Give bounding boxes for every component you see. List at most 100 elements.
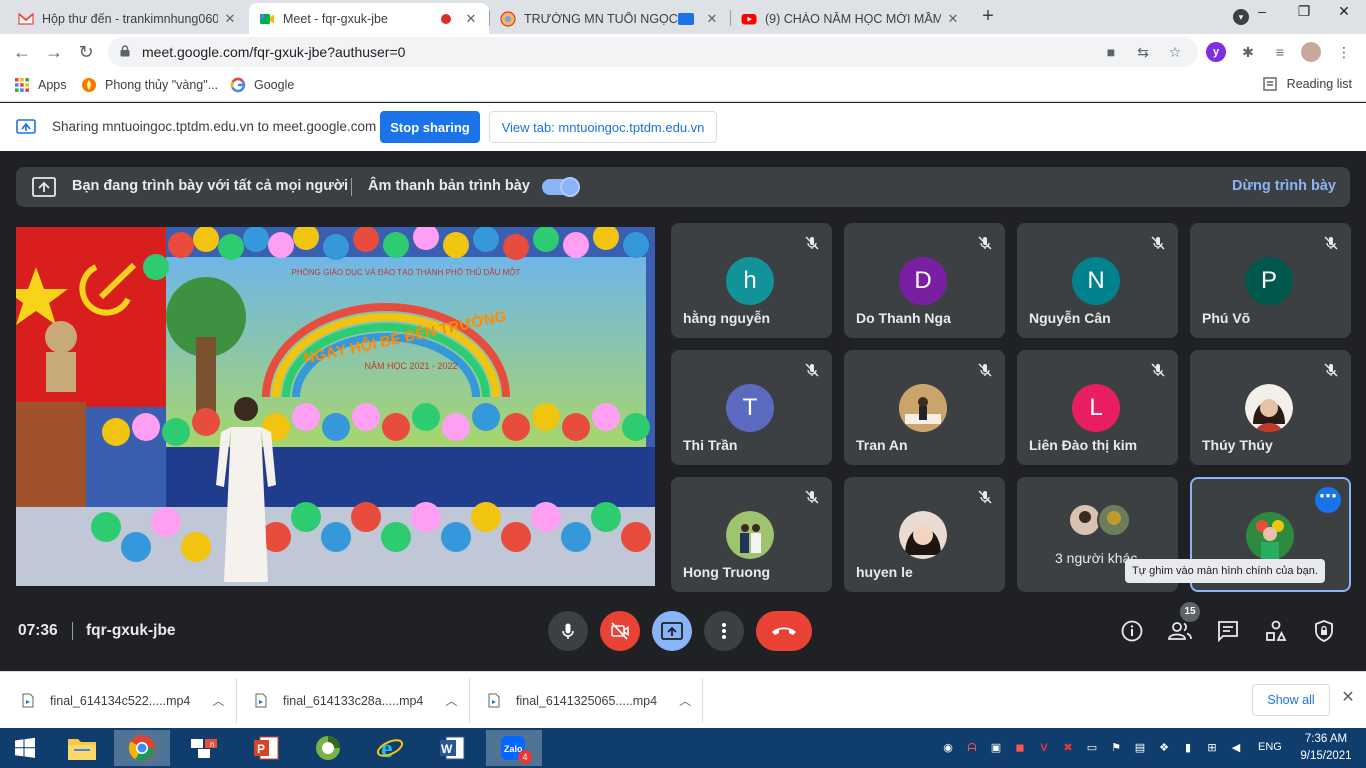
new-tab-button[interactable]: +: [978, 6, 998, 26]
activities-button[interactable]: [1264, 619, 1288, 643]
reload-button[interactable]: ↻: [74, 40, 98, 64]
close-icon[interactable]: ✕: [222, 11, 238, 27]
participant-tile[interactable]: L Liên Đào thị kim: [1017, 350, 1178, 465]
tray-app-icon[interactable]: ▤: [1132, 740, 1148, 756]
participant-tile[interactable]: T Thi Trần: [671, 350, 832, 465]
download-item[interactable]: final_6141325065.....mp4 ︿: [488, 672, 691, 729]
window-close-button[interactable]: ✕: [1322, 0, 1366, 24]
bookmark-star-icon[interactable]: ☆: [1166, 43, 1184, 61]
taskbar-coccoc[interactable]: [300, 730, 356, 766]
tray-dropbox-icon[interactable]: ❖: [1156, 740, 1172, 756]
bookmark-phong-thuy[interactable]: Phong thủy "vàng"...: [81, 77, 218, 93]
youtube-icon: [741, 13, 757, 24]
more-options-button[interactable]: ⋯: [1315, 487, 1341, 513]
tray-flag-icon[interactable]: ⚑: [1108, 740, 1124, 756]
network-icon[interactable]: ▮: [1180, 740, 1196, 756]
presentation-audio-toggle[interactable]: [542, 177, 580, 197]
taskbar-file-explorer[interactable]: [54, 730, 110, 766]
taskbar-unikey[interactable]: n: [176, 730, 232, 766]
activities-icon: [1266, 620, 1287, 641]
chevron-up-icon[interactable]: ︿: [679, 692, 691, 709]
bookmark-apps[interactable]: Apps: [14, 77, 67, 93]
restore-button[interactable]: ❐: [1282, 0, 1326, 24]
close-icon[interactable]: ✕: [704, 11, 720, 27]
close-icon[interactable]: ✕: [945, 11, 961, 27]
divider: [469, 678, 470, 723]
participant-tile[interactable]: P Phú Võ: [1190, 223, 1351, 338]
host-controls-button[interactable]: [1312, 619, 1336, 643]
reading-list-button[interactable]: Reading list: [1262, 77, 1352, 91]
tab-school-site[interactable]: TRƯỜNG MN TUỔI NGỌC - ✕: [490, 3, 730, 34]
show-all-downloads-button[interactable]: Show all: [1252, 684, 1330, 716]
start-button[interactable]: [0, 730, 50, 766]
unikey-icon: n: [191, 739, 217, 758]
media-control-icon[interactable]: ≡: [1270, 42, 1290, 62]
tab-gmail[interactable]: Hộp thư đến - trankimnhung0604@ ✕: [8, 3, 248, 34]
profile-avatar[interactable]: [1301, 42, 1321, 62]
pin-tooltip: Tự ghim vào màn hình chính của bạn.: [1125, 559, 1325, 583]
participant-tile[interactable]: huyen le: [844, 477, 1005, 592]
more-options-button[interactable]: [704, 611, 744, 651]
chat-button[interactable]: [1216, 619, 1240, 643]
camera-off-button[interactable]: [600, 611, 640, 651]
camera-in-use-icon[interactable]: ■: [1102, 43, 1120, 61]
chevron-up-icon[interactable]: ︿: [445, 692, 457, 709]
present-now-button[interactable]: [652, 611, 692, 651]
taskbar-word[interactable]: W: [424, 730, 480, 766]
extensions-puzzle-icon[interactable]: ✱: [1238, 42, 1258, 62]
tab-youtube[interactable]: (9) CHÀO NĂM HỌC MỚI MẦM ✕: [731, 3, 971, 34]
participant-tile[interactable]: Thúy Thúy: [1190, 350, 1351, 465]
tab-meet[interactable]: Meet - fqr-gxuk-jbe ✕: [249, 3, 489, 34]
forward-button[interactable]: →: [42, 40, 66, 64]
taskbar-chrome[interactable]: [114, 730, 170, 766]
meeting-time: 07:36: [18, 622, 58, 639]
back-button[interactable]: ←: [10, 40, 34, 64]
chrome-menu-icon[interactable]: ⋮: [1334, 42, 1354, 62]
people-count-badge: 15: [1180, 602, 1200, 622]
clock-date[interactable]: 9/15/2021: [1296, 750, 1356, 762]
tray-app-icon[interactable]: ◉: [940, 740, 956, 756]
participant-name: hằng nguyễn: [683, 310, 771, 326]
tray-monitor-icon[interactable]: ▭: [1084, 740, 1100, 756]
clock-time[interactable]: 7:36 AM: [1296, 733, 1356, 745]
participant-tile[interactable]: N Nguyễn Cân: [1017, 223, 1178, 338]
mic-off-icon: [1324, 363, 1338, 377]
participant-tile[interactable]: Hong Truong: [671, 477, 832, 592]
tray-acrobat-icon[interactable]: ᗩ: [964, 740, 980, 756]
present-screen-icon: [32, 177, 56, 197]
input-language[interactable]: ENG: [1258, 741, 1282, 753]
close-icon[interactable]: ✕: [1340, 690, 1356, 706]
participant-tile[interactable]: D Do Thanh Nga: [844, 223, 1005, 338]
download-item[interactable]: final_614133c28a.....mp4 ︿: [255, 672, 457, 729]
address-bar[interactable]: meet.google.com/fqr-gxuk-jbe?authuser=0 …: [108, 37, 1198, 67]
volume-icon[interactable]: ◀: [1228, 740, 1244, 756]
yahoo-extension-icon[interactable]: y: [1206, 42, 1226, 62]
minimize-button[interactable]: –: [1240, 0, 1284, 24]
download-item[interactable]: final_614134c522.....mp4 ︿: [22, 672, 224, 729]
avatar-photo: [899, 511, 947, 559]
taskbar-zalo[interactable]: Zalo 4: [486, 730, 542, 766]
microphone-button[interactable]: [548, 611, 588, 651]
participant-tile[interactable]: Tran An: [844, 350, 1005, 465]
stop-presenting-button[interactable]: Dừng trình bày: [1232, 178, 1336, 194]
tray-app-icon[interactable]: ▣: [988, 740, 1004, 756]
leave-call-button[interactable]: [756, 611, 812, 651]
windows-taskbar: n P e W Zalo 4 ◉ ᗩ ▣ ◼ V ✖ ▭ ⚑ ▤ ❖ ▮ ⊞ ◀…: [0, 728, 1366, 768]
tray-app-icon[interactable]: ⊞: [1204, 740, 1220, 756]
participant-name: Tran An: [856, 437, 908, 453]
tray-antivirus-icon[interactable]: V: [1036, 740, 1052, 756]
taskbar-powerpoint[interactable]: P: [238, 730, 294, 766]
tray-app-icon[interactable]: ◼: [1012, 740, 1028, 756]
participant-tile[interactable]: h hằng nguyễn: [671, 223, 832, 338]
bookmark-google[interactable]: Google: [230, 77, 294, 93]
stop-sharing-button[interactable]: Stop sharing: [380, 111, 480, 143]
people-button[interactable]: [1168, 619, 1192, 643]
meeting-details-button[interactable]: [1120, 619, 1144, 643]
taskbar-internet-explorer[interactable]: e: [362, 730, 418, 766]
close-icon[interactable]: ✕: [463, 11, 479, 27]
view-tab-button[interactable]: View tab: mntuoingoc.tptdm.edu.vn: [489, 111, 717, 143]
translate-icon[interactable]: ⇆: [1134, 43, 1152, 61]
presentation-video[interactable]: PHÒNG GIÁO DỤC VÀ ĐÀO TẠO THÀNH PHỐ THỦ …: [16, 227, 655, 586]
chevron-up-icon[interactable]: ︿: [212, 692, 224, 709]
tray-app-icon[interactable]: ✖: [1060, 740, 1076, 756]
